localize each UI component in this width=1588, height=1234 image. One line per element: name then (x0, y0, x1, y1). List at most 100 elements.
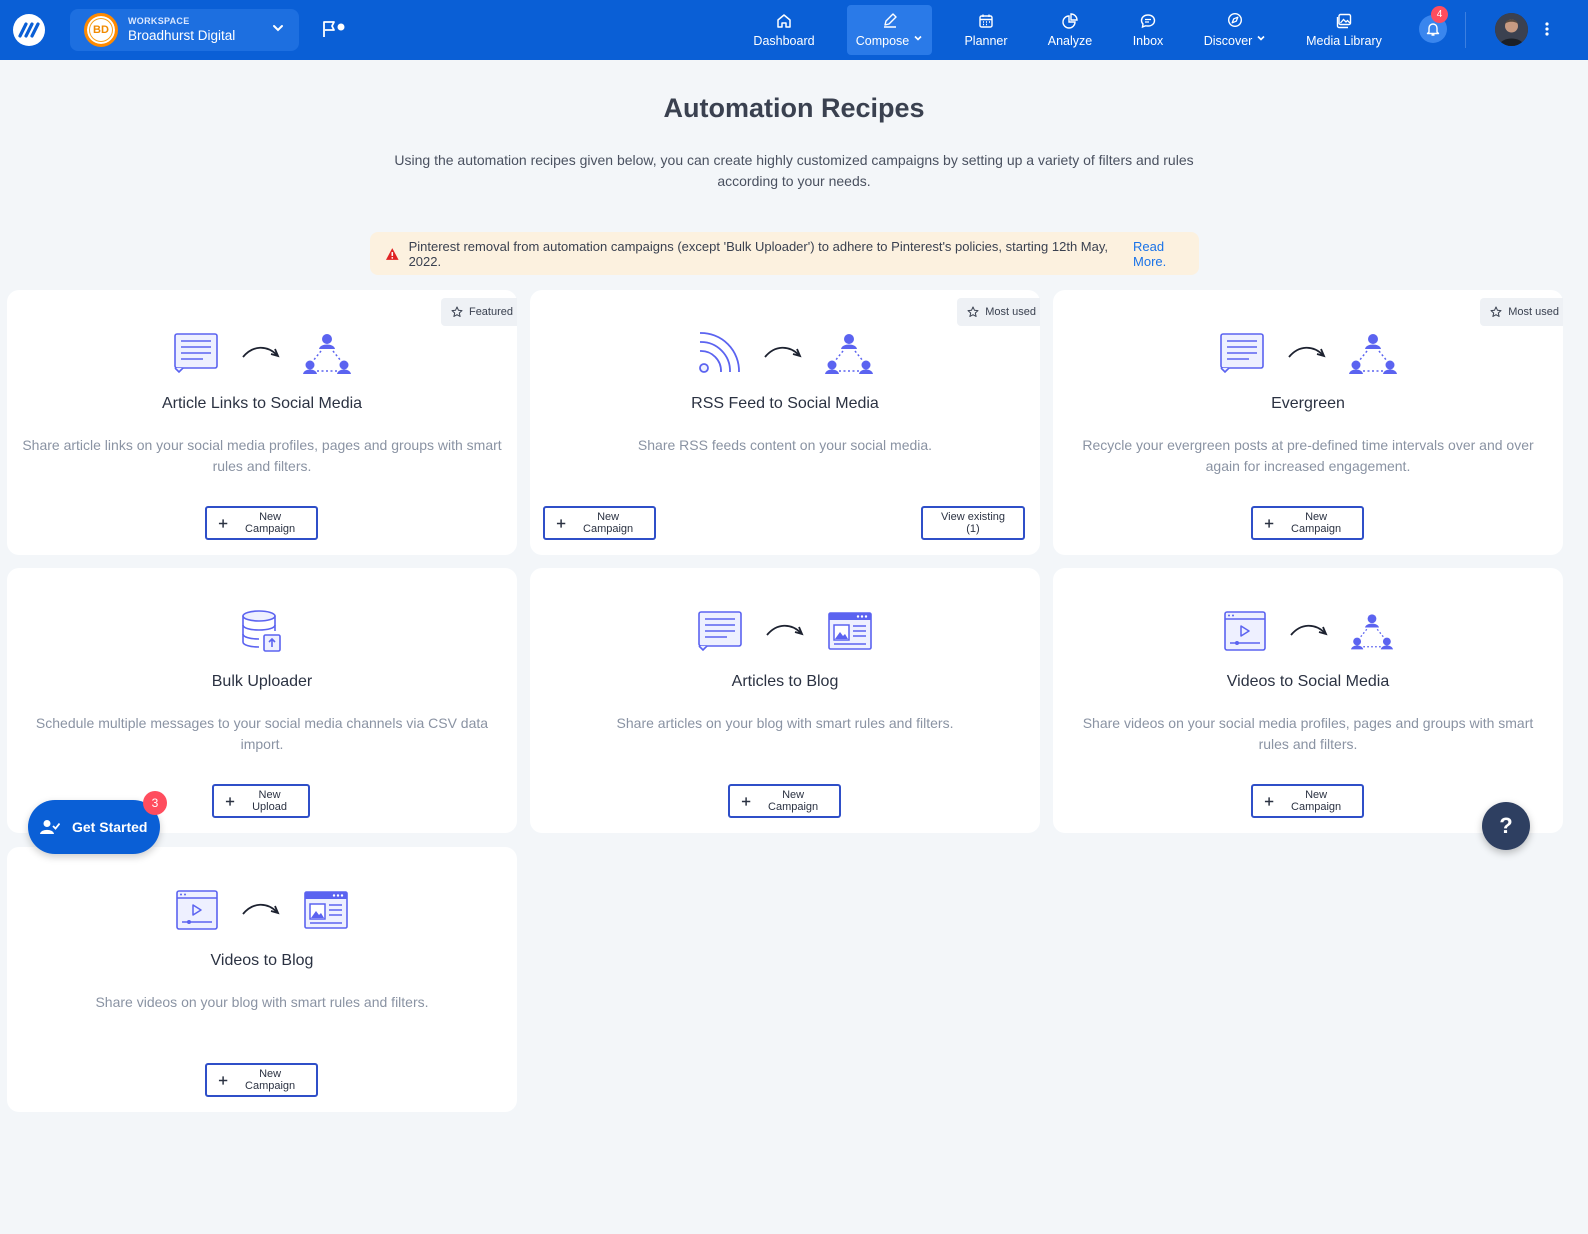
new-campaign-button[interactable]: New Campaign (205, 506, 318, 540)
recipe-card-articles-to-blog: Articles to Blog Share articles on your … (530, 568, 1040, 833)
notifications-badge: 4 (1431, 6, 1448, 23)
help-button[interactable]: ? (1482, 802, 1530, 850)
nav-analyze[interactable]: Analyze (1040, 5, 1100, 55)
nav-media-library[interactable]: Media Library (1300, 5, 1388, 55)
pie-chart-icon (1062, 12, 1078, 29)
plus-icon (741, 796, 751, 806)
bell-icon (1426, 23, 1440, 36)
nav-compose[interactable]: Compose (847, 5, 932, 55)
user-photo-icon (1495, 13, 1528, 46)
most-used-tag: Most used (1480, 298, 1563, 326)
top-navigation-bar: BD WORKSPACE Broadhurst Digital Dashboar… (0, 0, 1588, 60)
social-network-icon (1349, 334, 1397, 374)
nav-media-library-label: Media Library (1306, 33, 1382, 48)
blog-icon (304, 891, 348, 929)
card-description: Recycle your evergreen posts at pre-defi… (1082, 437, 1534, 474)
star-icon (967, 306, 979, 317)
tag-label: Featured (468, 306, 513, 318)
view-existing-button[interactable]: View existing (1) (921, 506, 1025, 540)
recipe-illustration (1053, 606, 1563, 656)
arrow-right-icon (1290, 624, 1328, 636)
card-title: RSS Feed to Social Media (691, 395, 879, 412)
new-campaign-button[interactable]: New Campaign (728, 784, 841, 818)
arrow-right-icon (1288, 346, 1326, 358)
user-check-icon (40, 820, 60, 834)
new-campaign-button[interactable]: New Campaign (543, 506, 656, 540)
nav-inbox-label: Inbox (1132, 33, 1164, 48)
new-campaign-button[interactable]: New Campaign (1251, 784, 1364, 818)
alert-text: Pinterest removal from automation campai… (408, 238, 1108, 269)
read-more-link[interactable]: Read More. (1133, 239, 1199, 269)
card-description: Share videos on your blog with smart rul… (95, 994, 429, 1010)
recipe-card-videos-to-blog: Videos to Blog Share videos on your blog… (7, 847, 517, 1112)
images-icon (1336, 13, 1352, 28)
card-title: Article Links to Social Media (161, 395, 363, 412)
logo-icon (18, 22, 40, 38)
arrow-right-icon (766, 624, 804, 636)
recipe-illustration (1053, 328, 1563, 378)
blog-icon (828, 612, 872, 650)
workspace-name: Broadhurst Digital (128, 28, 236, 43)
flag-icon[interactable] (322, 20, 348, 38)
video-icon (176, 890, 218, 930)
plus-icon (556, 518, 566, 528)
recipe-card-rss-feed: Most used RSS Feed to Social Media Share… (530, 290, 1040, 555)
article-icon (698, 611, 742, 652)
recipe-illustration (7, 328, 517, 378)
workspace-initials: BD (90, 19, 112, 41)
topbar-divider (1465, 12, 1466, 48)
arrow-right-icon (242, 346, 280, 358)
pen-icon (883, 13, 897, 28)
nav-discover[interactable]: Discover (1197, 5, 1273, 55)
user-avatar[interactable] (1495, 13, 1528, 46)
app-logo[interactable] (13, 14, 45, 46)
card-description: Share articles on your blog with smart r… (616, 715, 954, 731)
plus-icon (218, 518, 228, 528)
card-description: Share article links on your social media… (22, 437, 502, 474)
recipe-illustration (530, 328, 1040, 378)
card-title: Bulk Uploader (211, 673, 313, 690)
most-used-tag: Most used (957, 298, 1040, 326)
warning-icon (385, 247, 399, 260)
chevron-down-icon (273, 25, 283, 32)
workspace-label: WORKSPACE (128, 16, 190, 26)
nav-dashboard[interactable]: Dashboard (749, 5, 819, 55)
recipe-illustration (7, 885, 517, 935)
get-started-button[interactable]: Get Started (28, 800, 160, 854)
recipe-card-videos-to-social: Videos to Social Media Share videos on y… (1053, 568, 1563, 833)
plus-icon (1264, 518, 1274, 528)
button-label: New Upload (252, 789, 287, 813)
plus-icon (1264, 796, 1274, 806)
new-campaign-button[interactable]: New Campaign (205, 1063, 318, 1097)
tag-label: Most used (1508, 306, 1559, 318)
plus-icon (225, 796, 235, 806)
more-options-icon[interactable] (1544, 20, 1550, 38)
button-label: New Campaign (1291, 511, 1342, 535)
workspace-switcher[interactable]: BD WORKSPACE Broadhurst Digital (70, 9, 299, 51)
new-campaign-button[interactable]: New Campaign (1251, 506, 1364, 540)
database-upload-icon (242, 610, 281, 652)
home-icon (777, 13, 791, 28)
new-upload-button[interactable]: New Upload (212, 784, 310, 818)
rss-feed-icon (699, 332, 740, 373)
get-started-badge: 3 (143, 791, 167, 815)
plus-icon (218, 1075, 228, 1085)
tag-label: Most used (985, 306, 1036, 318)
card-title: Videos to Blog (210, 952, 314, 969)
nav-discover-label: Discover (1203, 33, 1253, 48)
pinterest-alert: Pinterest removal from automation campai… (370, 232, 1199, 275)
button-label: New Campaign (1291, 789, 1342, 813)
calendar-icon (979, 14, 993, 28)
video-icon (1224, 611, 1266, 651)
nav-inbox[interactable]: Inbox (1126, 5, 1170, 55)
article-icon (174, 333, 218, 374)
card-title: Evergreen (1271, 395, 1345, 412)
star-icon (451, 306, 463, 317)
featured-tag: Featured (440, 298, 517, 326)
button-label: New Campaign (768, 789, 819, 813)
card-description: Share RSS feeds content on your social m… (637, 437, 933, 453)
nav-planner[interactable]: Planner (957, 5, 1015, 55)
button-label: New Campaign (245, 1068, 296, 1092)
card-title: Videos to Social Media (1226, 673, 1390, 690)
social-network-icon (825, 334, 873, 374)
